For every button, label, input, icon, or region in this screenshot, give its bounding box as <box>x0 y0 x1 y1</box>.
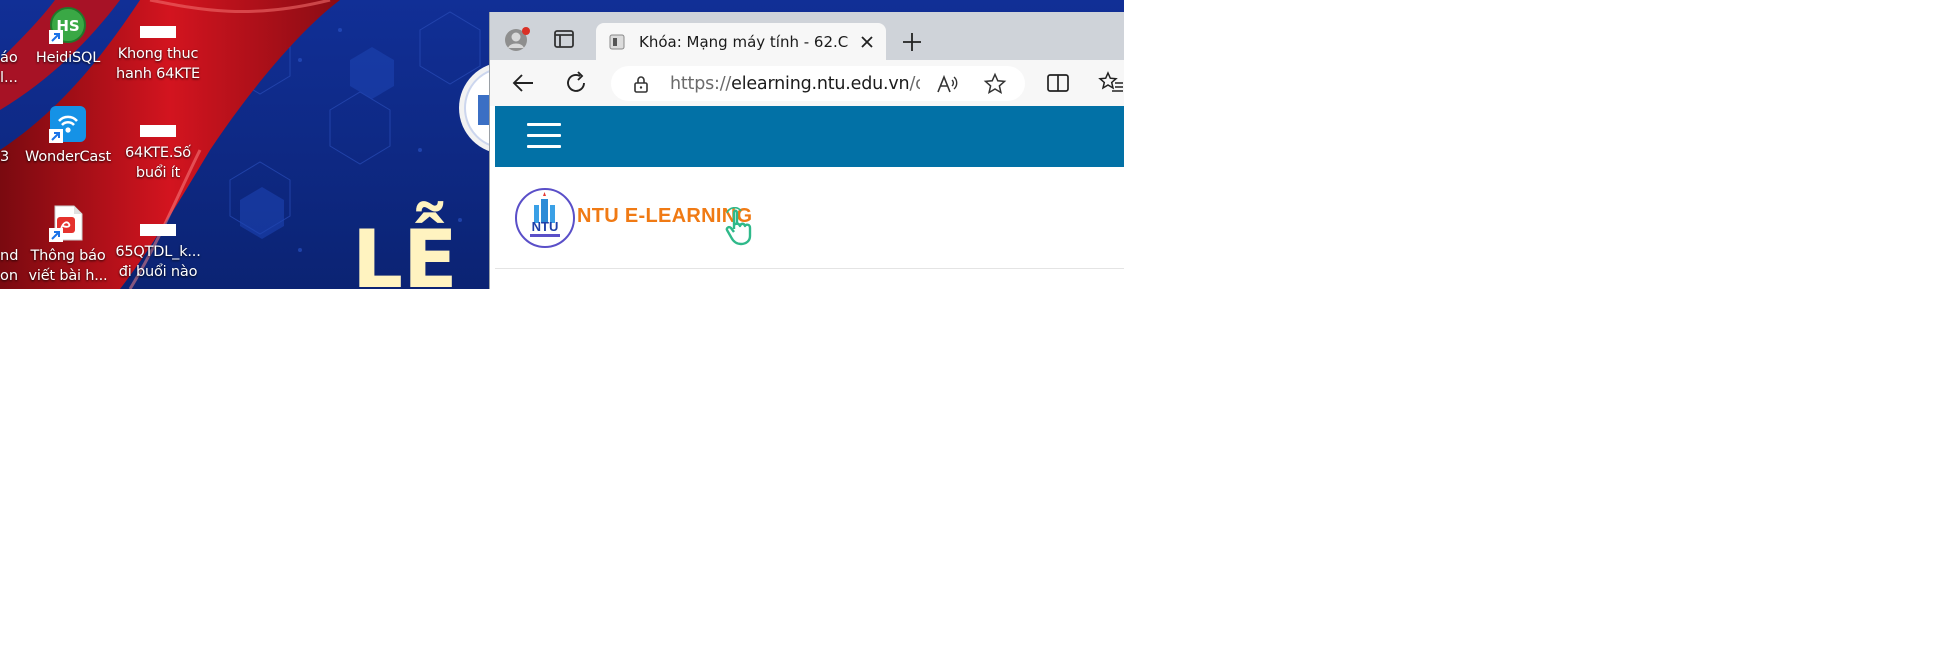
lock-icon[interactable] <box>631 74 651 94</box>
refresh-button[interactable] <box>562 69 590 97</box>
favicon-icon <box>609 33 627 51</box>
file-icon <box>140 224 176 236</box>
url-host: elearning.ntu.edu.vn <box>731 74 910 94</box>
split-screen-button[interactable] <box>1044 69 1072 97</box>
desktop-icon-label: viết bài h... <box>28 268 108 284</box>
desktop-icon-khong-thuc-hanh[interactable]: Khong thuc hanh 64KTE <box>112 6 204 84</box>
shortcut-arrow-icon <box>49 129 63 143</box>
desktop-icon-label: Khong thuc <box>117 46 199 62</box>
url-scheme: https:// <box>670 74 732 94</box>
url-text[interactable]: https://elearning.ntu.edu.vn/co... <box>670 74 920 94</box>
desktop: LỄ K áo l... 3 nd on HS HeidiSQL Khong t… <box>0 0 1124 289</box>
tab-title: Khóa: Mạng máy tính - 62.CNTT- <box>639 33 849 51</box>
wondercast-icon <box>49 105 87 143</box>
pdf-icon <box>49 204 87 242</box>
desktop-icon-heidisql[interactable]: HS HeidiSQL <box>22 6 114 68</box>
address-bar[interactable]: https://elearning.ntu.edu.vn/co... <box>611 66 1025 101</box>
cut-label: on <box>0 268 19 284</box>
refresh-icon <box>567 71 585 92</box>
desktop-icon-label: buổi ít <box>135 165 181 181</box>
shortcut-arrow-icon <box>49 30 63 44</box>
desktop-icon-label: 64KTE.Số <box>125 145 191 161</box>
favorites-list-icon <box>1098 71 1123 92</box>
tab-strip: Khóa: Mạng máy tính - 62.CNTT- <box>490 12 1124 61</box>
plus-icon <box>903 33 921 51</box>
tab-actions-icon <box>554 30 574 48</box>
back-button[interactable] <box>510 69 538 97</box>
shortcut-arrow-icon <box>49 228 63 242</box>
favorites-button[interactable] <box>1097 69 1124 97</box>
split-screen-icon <box>1047 74 1069 92</box>
desktop-icon-label: đi buổi nào <box>118 264 198 280</box>
favorite-star-icon[interactable] <box>983 72 1007 96</box>
desktop-icon-65qtdl[interactable]: 65QTDL_k... đi buổi nào <box>112 204 204 282</box>
desktop-icon-wondercast[interactable]: WonderCast <box>22 105 114 167</box>
new-tab-button[interactable] <box>900 30 924 54</box>
ntu-logo-icon[interactable]: NTU <box>514 187 576 249</box>
heidisql-icon: HS <box>49 6 87 44</box>
brand-bar: NTU NTU E-LEARNING <box>495 167 1124 269</box>
tab-actions-button[interactable] <box>549 24 579 54</box>
pointing-hand-icon <box>725 207 752 246</box>
cut-label: áo <box>0 50 18 66</box>
profile-button[interactable] <box>502 24 532 54</box>
desktop-icon-thong-bao[interactable]: Thông báo viết bài h... <box>22 204 114 286</box>
browser-toolbar: https://elearning.ntu.edu.vn/co... <box>490 60 1124 106</box>
back-arrow-icon <box>512 74 533 92</box>
desktop-icon-64kte[interactable]: 64KTE.Số buổi ít <box>112 105 204 183</box>
desktop-icon-label: HeidiSQL <box>35 50 101 66</box>
browser-window: Khóa: Mạng máy tính - 62.CNTT- ht <box>489 12 1124 289</box>
cut-label: 3 <box>0 149 10 165</box>
close-tab-icon[interactable] <box>858 33 876 51</box>
profile-icon <box>505 27 530 51</box>
seal-text: NTU <box>532 219 559 234</box>
desktop-icon-label: Thông báo <box>30 248 106 264</box>
desktop-icon-label: 65QTDL_k... <box>115 244 201 260</box>
menu-hamburger-icon[interactable] <box>527 123 561 149</box>
desktop-icon-label: WonderCast <box>25 149 111 165</box>
file-icon <box>140 26 176 38</box>
file-icon <box>140 125 176 137</box>
top-navbar <box>495 106 1124 167</box>
tab-active[interactable]: Khóa: Mạng máy tính - 62.CNTT- <box>596 23 886 61</box>
cut-label: nd <box>0 248 19 264</box>
read-aloud-icon[interactable] <box>935 72 959 96</box>
web-page: NTU NTU E-LEARNING <box>495 106 1124 289</box>
cut-label: l... <box>0 70 18 86</box>
desktop-icon-label: hanh 64KTE <box>116 66 200 82</box>
url-path: /co... <box>909 74 920 94</box>
